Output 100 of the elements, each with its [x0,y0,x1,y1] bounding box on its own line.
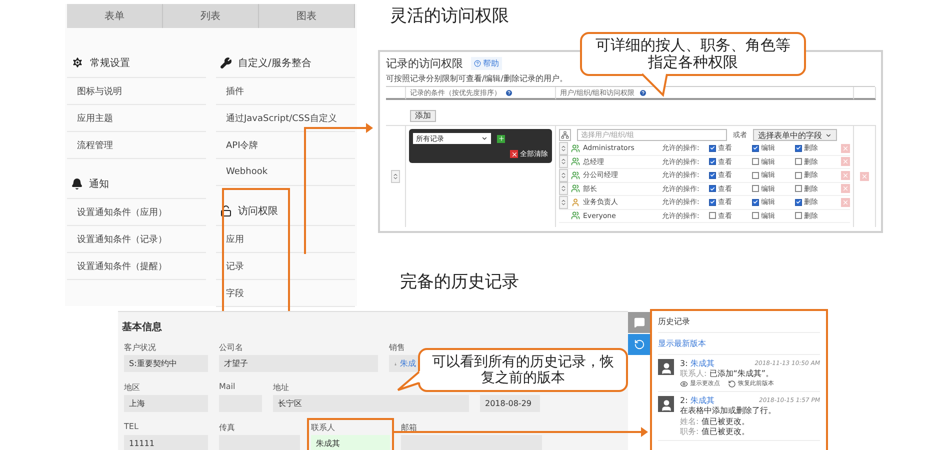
check-icon [710,158,715,165]
checkbox[interactable] [752,185,759,192]
field-label: 地区 [124,383,140,392]
up-down-icon [560,158,567,166]
form-field[interactable]: 长宁区 [273,395,469,412]
settings-link[interactable]: 记录 [216,253,355,280]
settings-link[interactable]: 通过JavaScript/CSS自定义 [216,105,355,132]
section-heading: 灵活的访问权限 [390,5,509,27]
field-label: 销售 [389,343,405,352]
form-field[interactable]: 11111 [124,435,208,450]
drag-handle[interactable] [559,142,568,155]
help-link[interactable]: 帮助 [471,57,502,70]
checkbox[interactable] [795,212,802,220]
check-icon [753,145,758,152]
section-title: 通知 [89,178,109,190]
org-tree-button[interactable] [559,129,571,141]
close-icon [842,198,849,206]
field-label: 地址 [273,383,289,392]
checkbox[interactable] [795,185,802,192]
field-label: 传真 [219,423,235,432]
avatar [658,396,674,412]
checkbox[interactable] [795,158,802,166]
checkbox[interactable] [709,212,716,220]
drag-handle[interactable] [391,170,400,183]
drag-handle[interactable] [559,168,568,182]
help-icon [505,88,513,96]
form-field[interactable]: 2018-08-29 [480,395,540,412]
latest-version-link[interactable]: 显示最新版本 [658,333,820,355]
close-icon [842,185,849,192]
form-field[interactable]: 上海 [124,395,208,412]
checkbox[interactable] [752,158,759,166]
checkbox[interactable] [795,144,802,152]
checkbox[interactable] [752,144,759,152]
revision-author[interactable]: 3: 朱成其 [680,359,714,370]
checkbox[interactable] [752,198,759,206]
tab[interactable]: 列表 [163,4,259,28]
checkbox[interactable] [795,198,802,206]
settings-link[interactable]: API令牌 [216,132,355,159]
close-icon [842,144,849,152]
drag-handle[interactable] [559,182,568,196]
check-icon [796,199,801,206]
checkbox[interactable] [752,212,759,220]
check-icon [796,145,801,152]
check-icon [710,145,715,152]
bell-icon [71,178,83,190]
form-field[interactable]: 朱成其 [311,435,390,450]
settings-link[interactable]: 设置通知条件（记录） [67,226,206,253]
form-field[interactable]: S:重要契约中 [124,355,208,372]
close-icon [510,150,518,158]
drag-handle[interactable] [559,196,568,209]
form-field[interactable]: 朱成 [389,355,421,372]
settings-link[interactable]: 设置通知条件（应用） [67,199,206,226]
field-select[interactable]: 选择表单中的字段 [753,129,837,141]
checkbox[interactable] [709,158,716,166]
settings-link[interactable]: 应用 [216,226,355,253]
form-title: 基本信息 [122,320,163,334]
settings-link[interactable]: 字段 [216,280,355,307]
up-down-icon [560,185,567,192]
close-icon [861,173,868,180]
field-label: 公司名 [219,343,243,352]
help-icon [474,60,481,67]
checkbox[interactable] [752,172,759,179]
checkbox[interactable] [709,144,716,152]
callout: 可以看到所有的历史记录，恢复之前的版本 [418,348,628,392]
drag-handle[interactable] [559,155,568,168]
settings-link[interactable]: Webhook [216,159,355,186]
add-button[interactable] [497,134,505,142]
add-button[interactable]: 添加 [410,110,436,122]
group-icon [571,157,580,166]
settings-link[interactable]: 插件 [216,78,355,105]
settings-link[interactable]: 应用主题 [67,105,206,132]
panel-title: 历史记录 [658,314,820,333]
form-field[interactable]: 才望子 [219,355,378,372]
settings-link[interactable]: 设置通知条件（提醒） [67,253,206,280]
settings-link[interactable]: 图标与说明 [67,78,206,105]
callout-tail [397,370,421,391]
group-icon [571,144,580,153]
checkbox[interactable] [709,198,716,206]
eye-icon [680,380,688,388]
history-tab[interactable] [628,334,650,355]
comment-tab[interactable] [628,312,650,333]
field-label: 联系人 [311,423,335,432]
up-down-icon [560,198,567,206]
close-icon [842,172,849,179]
avatar [658,359,674,375]
change-line: 职务: 值已被更改。 [680,426,750,438]
tab[interactable]: 表单 [67,4,163,28]
tab[interactable]: 图表 [259,4,355,28]
checkbox[interactable] [795,172,802,179]
checkbox[interactable] [709,172,716,179]
up-down-icon [560,172,567,179]
change-line: 姓名: 值已被更改。 [680,416,750,427]
gear-icon [71,56,84,69]
settings-link[interactable]: 流程管理 [67,132,206,159]
section-title: 自定义/服务整合 [238,56,312,70]
up-down-icon [560,144,567,152]
group-icon [571,170,580,180]
caret-icon [481,135,488,142]
checkbox[interactable] [709,185,716,192]
revision-author[interactable]: 2: 朱成其 [680,396,714,406]
